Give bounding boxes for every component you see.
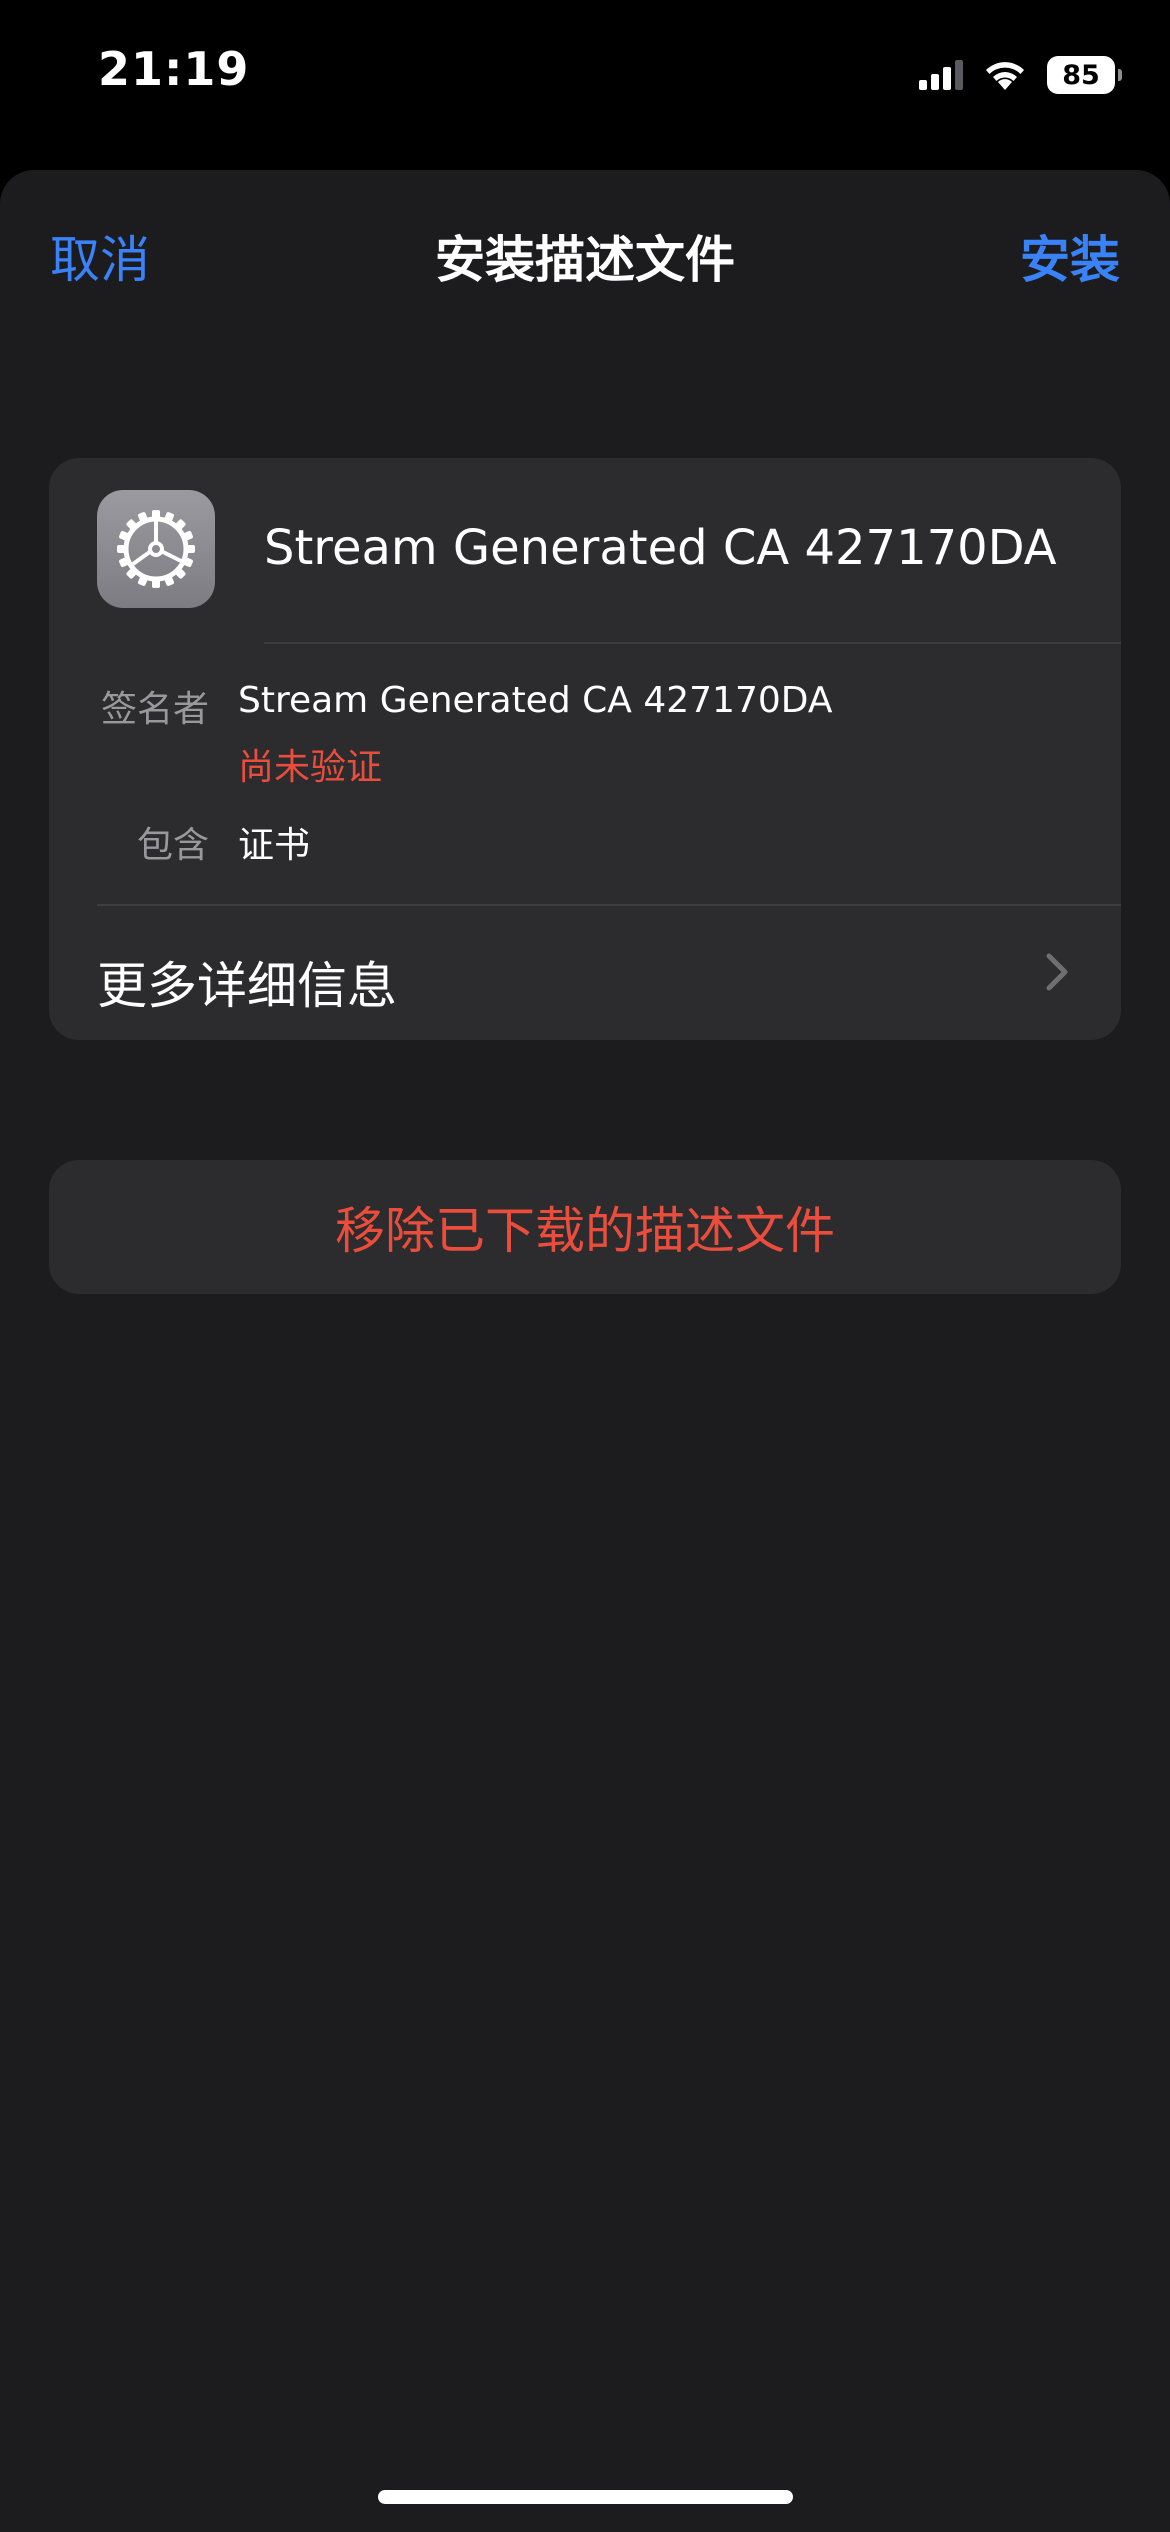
contains-value: 证书 (238, 825, 311, 866)
install-button[interactable]: 安装 (1020, 220, 1120, 292)
verification-status: 尚未验证 (238, 747, 383, 788)
remove-downloaded-profile-button[interactable]: 移除已下载的描述文件 (49, 1160, 1121, 1294)
status-time: 21:19 (98, 42, 250, 96)
profile-card: Stream Generated CA 427170DA 签名者 Stream … (49, 458, 1121, 1040)
cellular-signal-icon (919, 60, 963, 90)
more-details-label: 更多详细信息 (97, 957, 397, 1015)
wifi-icon (986, 62, 1024, 90)
more-details-row[interactable]: 更多详细信息 (49, 906, 1121, 1040)
page-title: 安装描述文件 (435, 231, 735, 289)
settings-gear-icon (97, 490, 215, 608)
screen: 21:19 85 取消 安装描述文件 安装 Stream Generated C… (0, 0, 1170, 2532)
contains-label: 包含 (136, 825, 209, 866)
signed-by-label: 签名者 (100, 689, 209, 730)
battery-indicator: 85 (1047, 56, 1122, 94)
home-indicator[interactable] (378, 2490, 793, 2504)
profile-name: Stream Generated CA 427170DA (264, 520, 1057, 576)
signed-by-value: Stream Generated CA 427170DA (238, 680, 833, 721)
status-indicators: 85 (919, 55, 1122, 95)
chevron-right-icon (1046, 953, 1068, 991)
divider (264, 642, 1121, 644)
